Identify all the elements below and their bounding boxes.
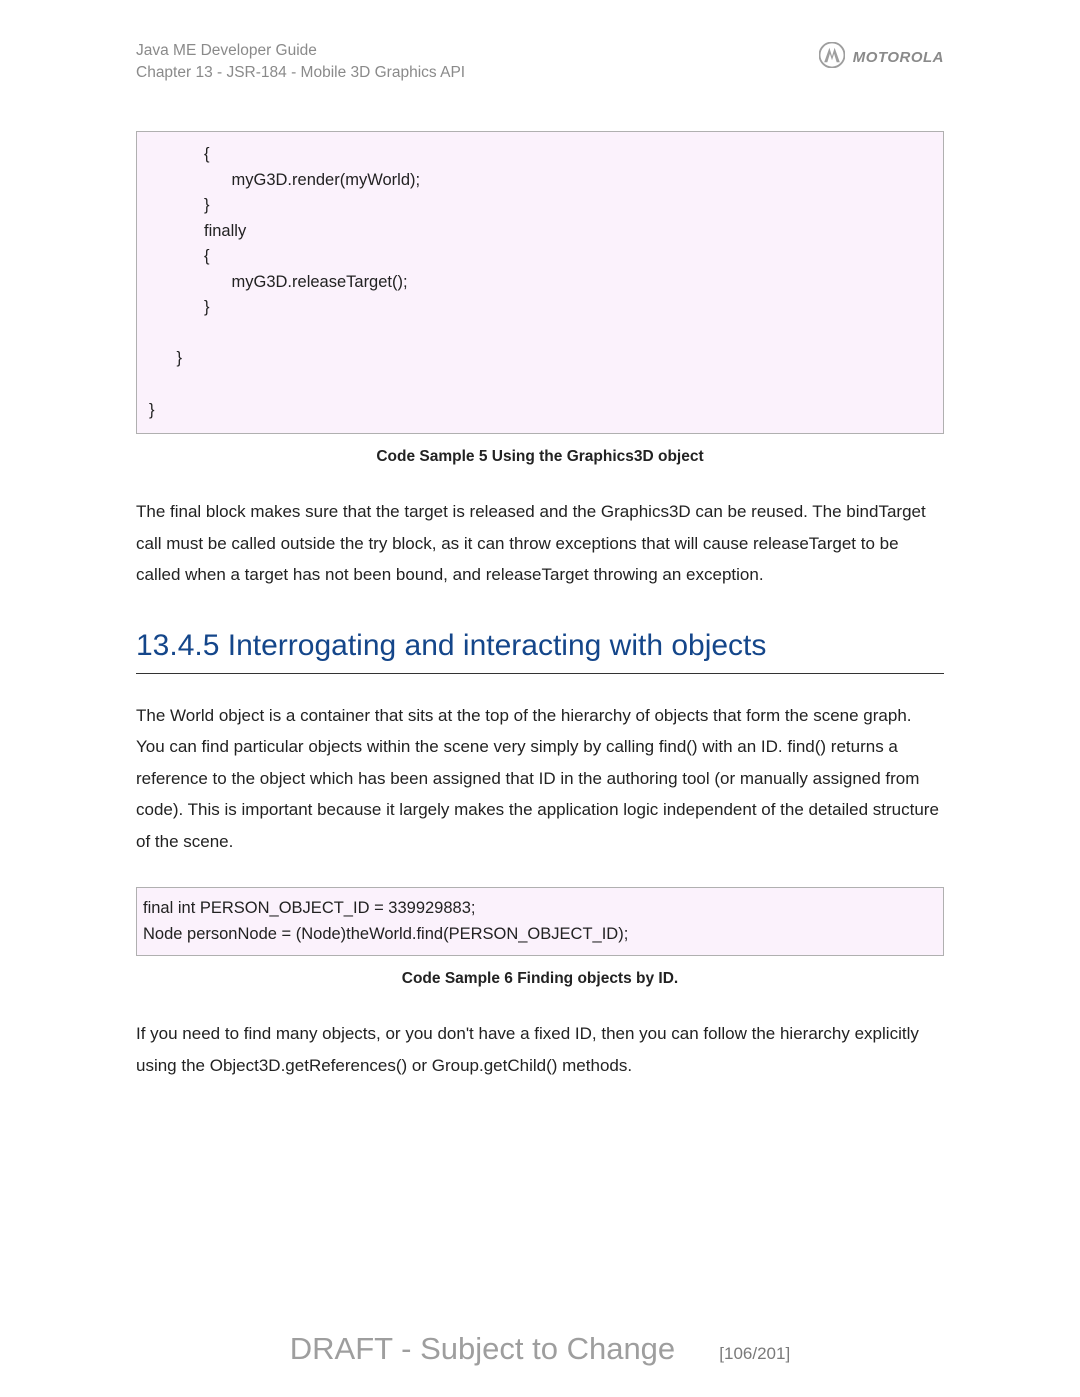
paragraph-3: If you need to find many objects, or you…: [136, 1018, 944, 1081]
paragraph-2: The World object is a container that sit…: [136, 700, 944, 857]
draft-watermark: DRAFT - Subject to Change: [290, 1331, 675, 1366]
page-content: Java ME Developer Guide Chapter 13 - JSR…: [0, 0, 1080, 1081]
page-header: Java ME Developer Guide Chapter 13 - JSR…: [136, 40, 944, 85]
header-left: Java ME Developer Guide Chapter 13 - JSR…: [136, 40, 465, 85]
brand-text: MOTOROLA: [853, 49, 944, 66]
page-number: [106/201]: [719, 1344, 790, 1363]
code-caption-5: Code Sample 5 Using the Graphics3D objec…: [136, 448, 944, 466]
motorola-logo-icon: [819, 42, 845, 73]
paragraph-1: The final block makes sure that the targ…: [136, 496, 944, 590]
code-caption-6: Code Sample 6 Finding objects by ID.: [136, 970, 944, 988]
page-footer: DRAFT - Subject to Change [106/201]: [0, 1331, 1080, 1367]
code-sample-5: { myG3D.render(myWorld); } finally { myG…: [136, 131, 944, 434]
section-heading: 13.4.5 Interrogating and interacting wit…: [136, 626, 944, 674]
code-sample-6: final int PERSON_OBJECT_ID = 339929883; …: [136, 887, 944, 956]
chapter-title: Chapter 13 - JSR-184 - Mobile 3D Graphic…: [136, 62, 465, 84]
header-brand: MOTOROLA: [819, 40, 944, 73]
doc-title: Java ME Developer Guide: [136, 40, 465, 62]
